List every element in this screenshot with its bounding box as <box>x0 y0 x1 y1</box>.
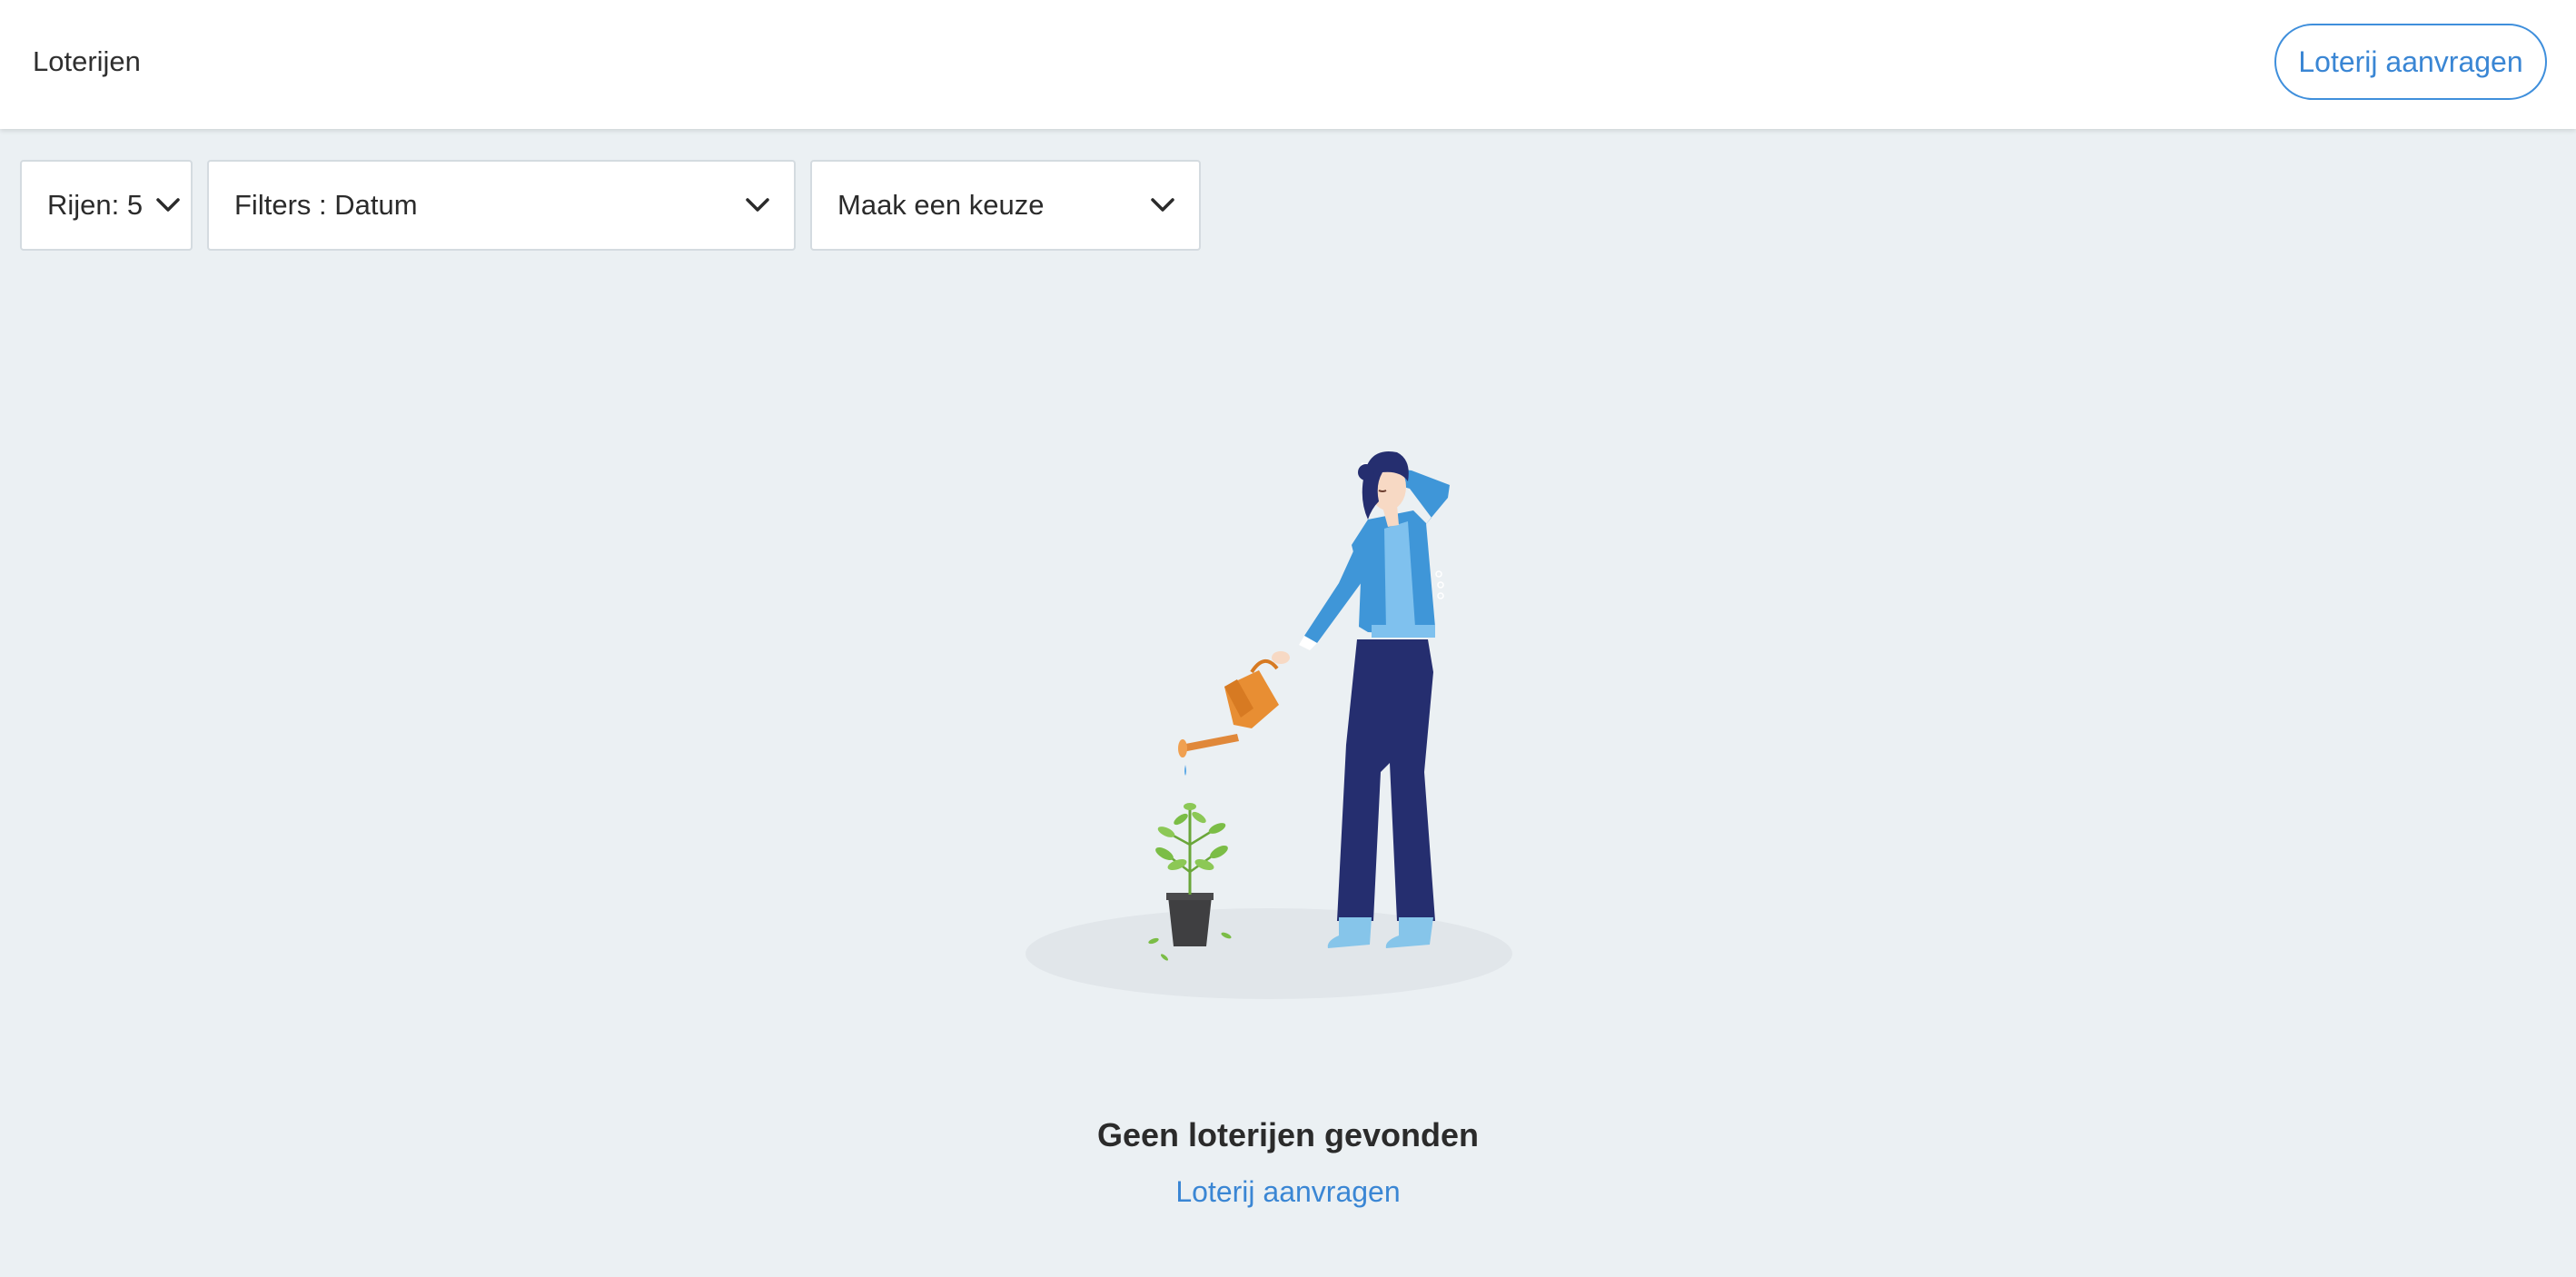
legs <box>1337 639 1435 921</box>
chevron-down-icon <box>156 198 180 212</box>
choice-dropdown[interactable]: Maak een keuze <box>810 160 1201 251</box>
empty-state-heading: Geen loterijen gevonden <box>1096 1116 1480 1153</box>
page-title: Loterijen <box>33 45 141 77</box>
water-drop <box>1184 765 1186 776</box>
rows-per-page-dropdown[interactable]: Rijen: 5 <box>20 160 193 251</box>
top-bar: Loterijen Loterij aanvragen <box>0 0 2576 129</box>
chevron-down-icon <box>1151 198 1174 212</box>
chevron-down-icon <box>746 198 769 212</box>
filter-dropdown-label: Filters : Datum <box>234 189 418 221</box>
woman-watering-plant-illustration <box>1025 451 1512 999</box>
choice-dropdown-label: Maak een keuze <box>837 189 1045 221</box>
request-lottery-link[interactable]: Loterij aanvragen <box>1175 1175 1400 1208</box>
ground-shadow <box>1025 908 1512 999</box>
filter-dropdown[interactable]: Filters : Datum <box>207 160 796 251</box>
request-lottery-button[interactable]: Loterij aanvragen <box>2274 24 2547 100</box>
rows-per-page-label: Rijen: 5 <box>47 189 144 221</box>
watering-can <box>1178 659 1279 757</box>
